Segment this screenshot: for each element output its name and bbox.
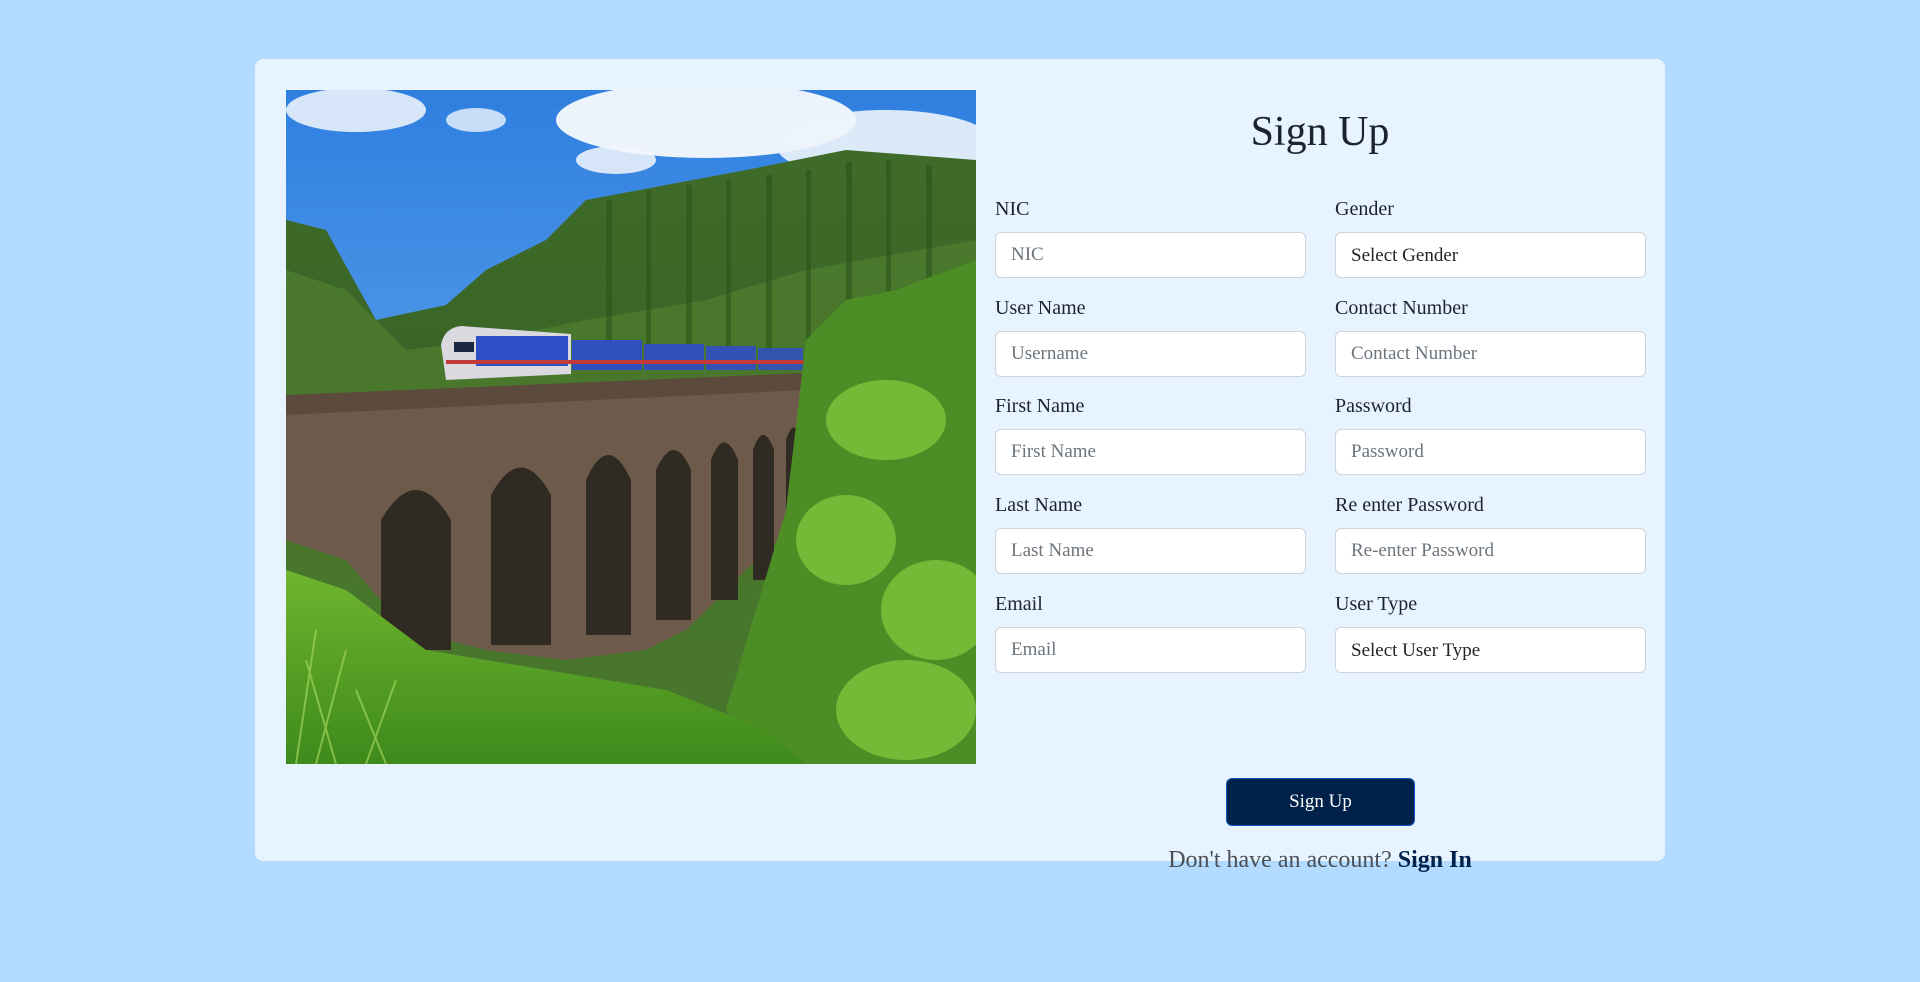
first-name-field-group: First Name	[995, 392, 1306, 475]
username-field-group: User Name	[995, 294, 1306, 377]
password-label: Password	[1335, 395, 1412, 417]
last-name-field-group: Last Name	[995, 491, 1306, 574]
password-field-group: Password	[1335, 392, 1646, 475]
signup-card: Sign Up NIC User Name First Name Last Na…	[255, 59, 1665, 873]
reenter-password-input[interactable]	[1335, 528, 1646, 574]
username-label: User Name	[995, 297, 1086, 319]
contact-number-input[interactable]	[1335, 331, 1646, 377]
signin-prompt-text: Don't have an account?	[1168, 847, 1392, 873]
email-input[interactable]	[995, 627, 1306, 673]
last-name-label: Last Name	[995, 494, 1083, 516]
first-name-input[interactable]	[995, 429, 1306, 475]
gender-field-group: Gender Select Gender	[1335, 195, 1646, 278]
sign-in-link[interactable]: Sign In	[1398, 847, 1472, 873]
email-field-group: Email	[995, 590, 1306, 673]
nic-field-group: NIC	[995, 195, 1306, 278]
contact-number-field-group: Contact Number	[1335, 294, 1646, 377]
username-input[interactable]	[995, 331, 1306, 377]
first-name-label: First Name	[995, 395, 1085, 417]
reenter-password-field-group: Re enter Password	[1335, 491, 1646, 574]
user-type-field-group: User Type Select User Type	[1335, 590, 1646, 673]
user-type-label: User Type	[1335, 593, 1418, 615]
nic-label: NIC	[995, 198, 1030, 220]
hero-image	[286, 90, 976, 764]
gender-select[interactable]: Select Gender	[1335, 232, 1646, 278]
contact-number-label: Contact Number	[1335, 297, 1468, 319]
signin-prompt: Don't have an account? Sign In	[995, 847, 1645, 874]
password-input[interactable]	[1335, 429, 1646, 475]
sign-up-button[interactable]: Sign Up	[1226, 778, 1415, 826]
last-name-input[interactable]	[995, 528, 1306, 574]
reenter-password-label: Re enter Password	[1335, 494, 1484, 516]
nic-input[interactable]	[995, 232, 1306, 278]
gender-label: Gender	[1335, 198, 1394, 220]
email-label: Email	[995, 593, 1043, 615]
page-title: Sign Up	[1250, 109, 1390, 155]
user-type-select[interactable]: Select User Type	[1335, 627, 1646, 673]
